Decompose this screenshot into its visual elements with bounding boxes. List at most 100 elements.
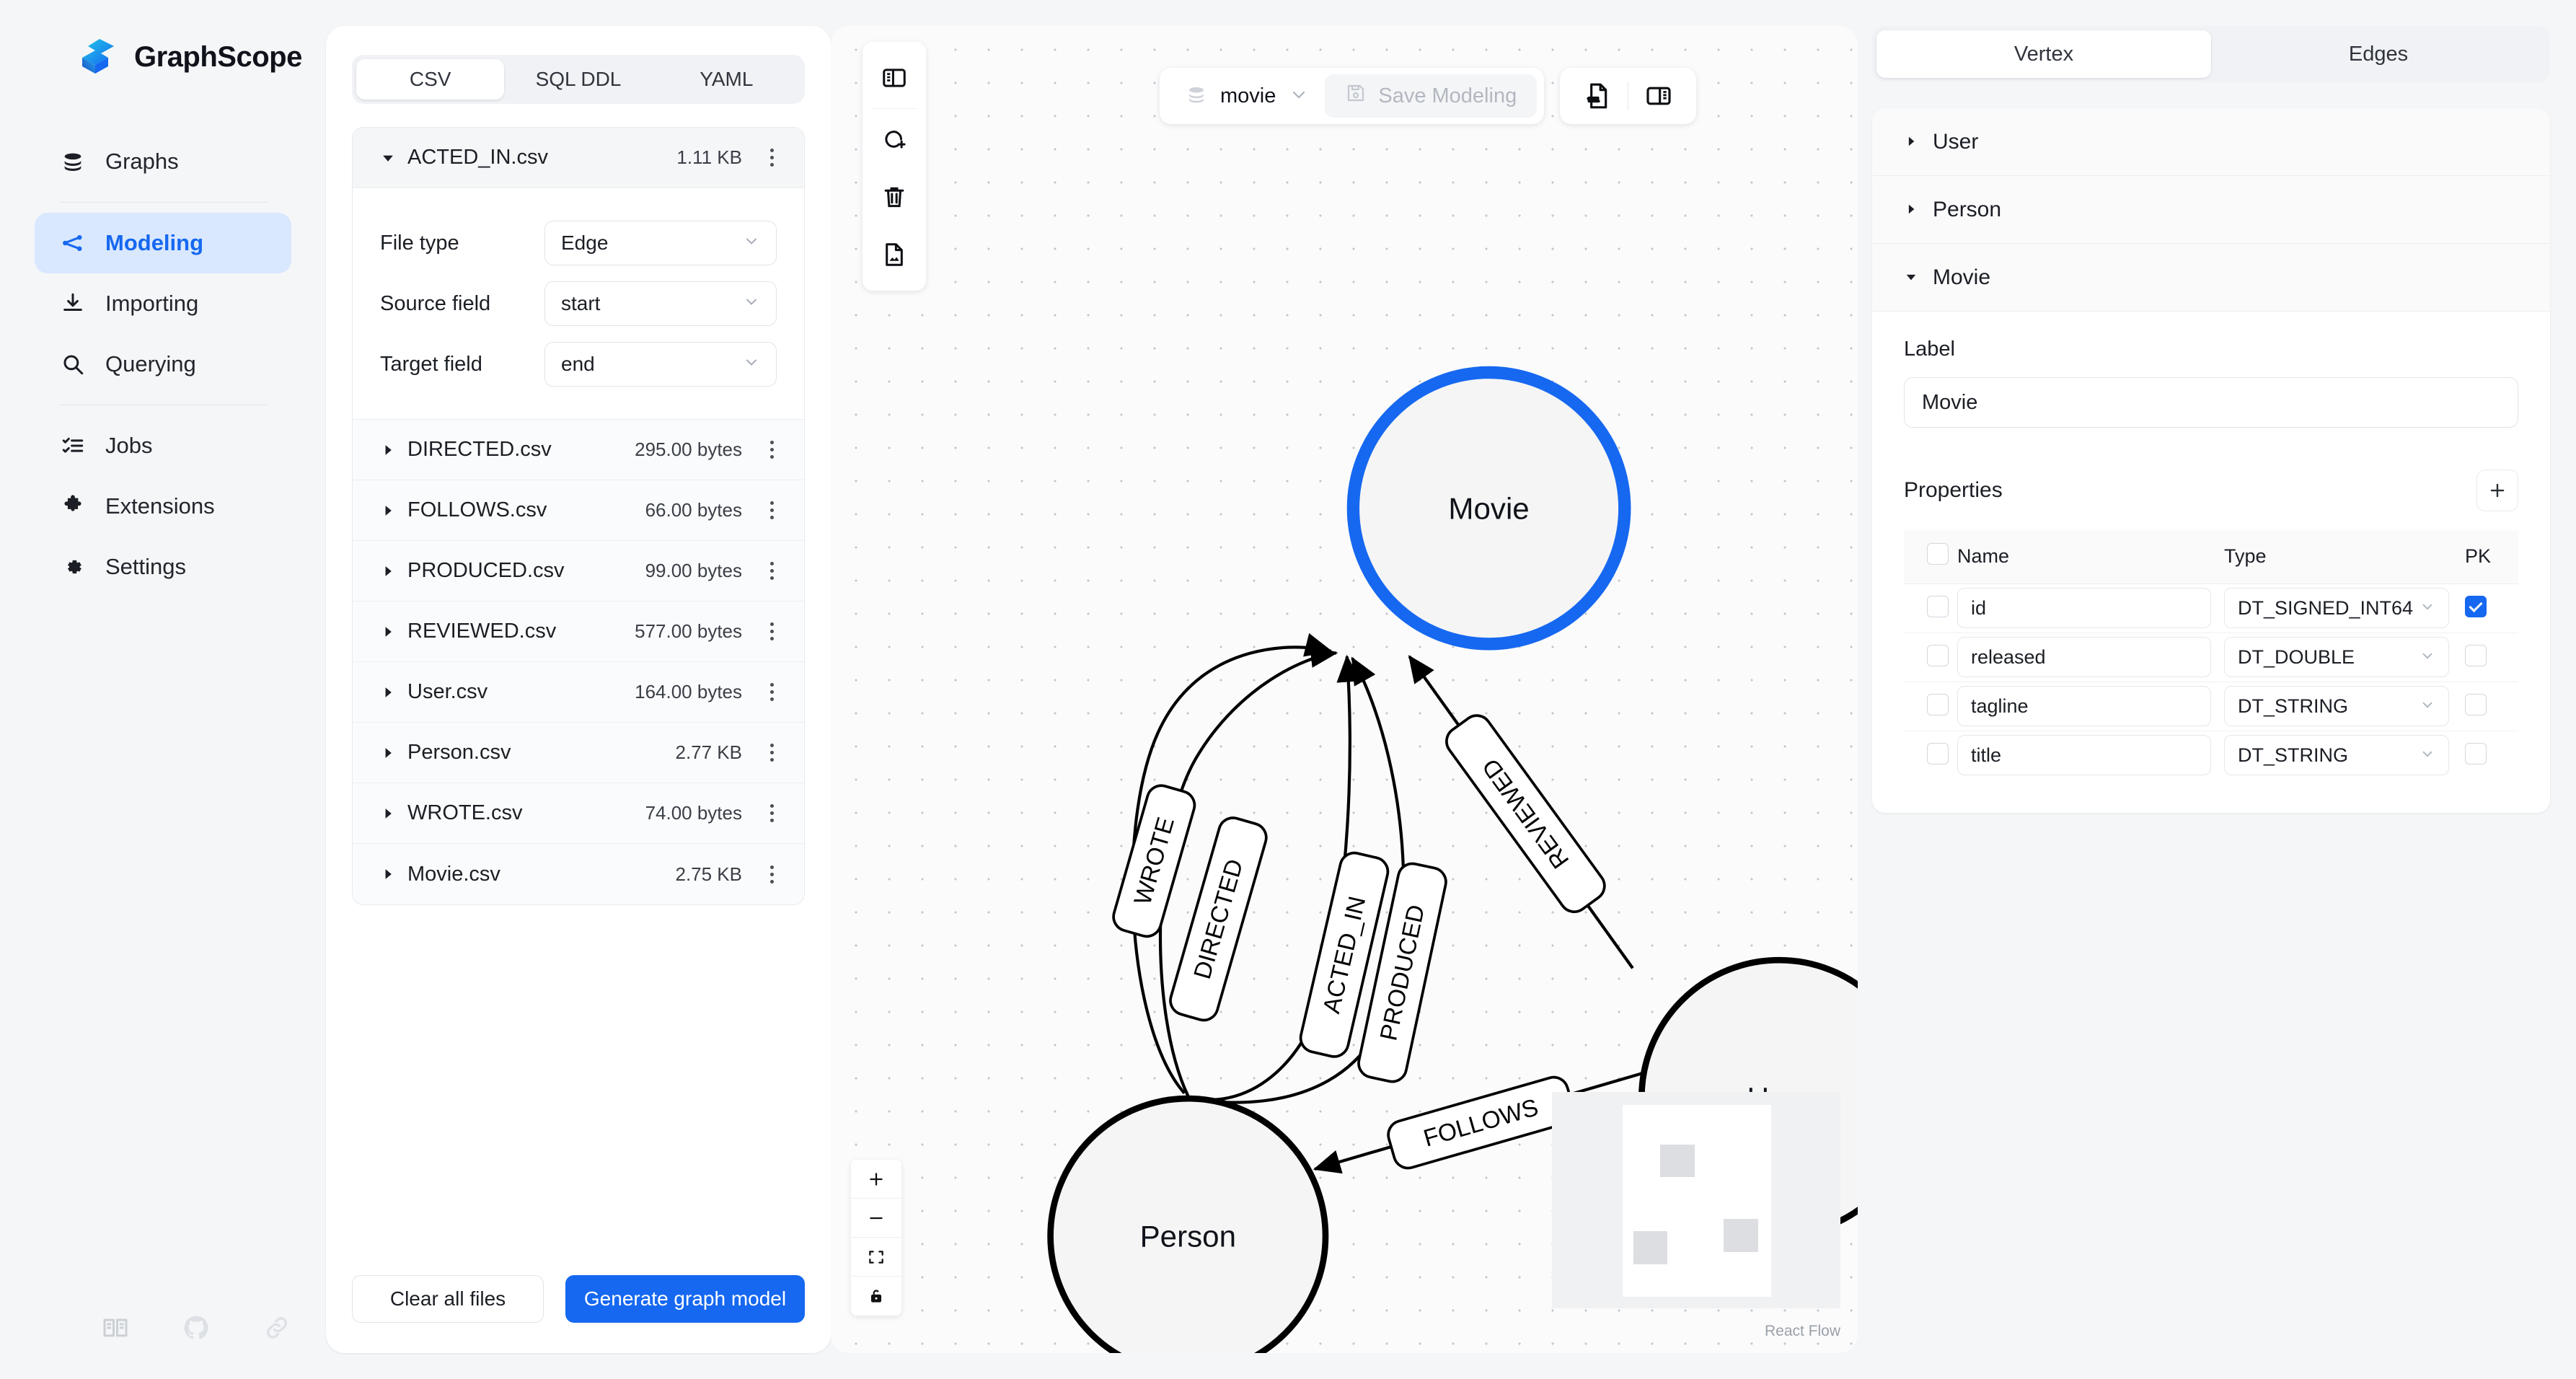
- vertex-label-input[interactable]: Movie: [1904, 377, 2518, 428]
- caret-right-icon[interactable]: [1904, 198, 1918, 222]
- zoom-out-icon[interactable]: [851, 1199, 901, 1238]
- sidebar-item-graphs[interactable]: Graphs: [35, 131, 291, 192]
- file-row-acted-in[interactable]: ACTED_IN.csv 1.11 KB: [353, 128, 804, 188]
- minimap-viewport[interactable]: [1623, 1105, 1771, 1297]
- tab-yaml[interactable]: YAML: [653, 59, 800, 100]
- property-name-input[interactable]: tagline: [1957, 686, 2211, 726]
- zoom-in-icon[interactable]: [851, 1160, 901, 1199]
- row-select-checkbox[interactable]: [1927, 693, 1949, 715]
- file-menu-icon[interactable]: [767, 622, 777, 640]
- edge-label-follows[interactable]: FOLLOWS: [1385, 1074, 1576, 1171]
- vertex-item-movie[interactable]: Movie: [1872, 244, 2550, 312]
- row-select-cell: [1904, 731, 1957, 780]
- tab-edges[interactable]: Edges: [2211, 30, 2546, 78]
- file-menu-icon[interactable]: [767, 149, 777, 167]
- file-row-movie[interactable]: Movie.csv 2.75 KB: [353, 844, 804, 904]
- chevron-down-icon: [743, 232, 760, 255]
- delete-icon[interactable]: [863, 168, 926, 226]
- property-name-input[interactable]: released: [1957, 637, 2211, 677]
- sidebar-item-importing[interactable]: Importing: [35, 273, 291, 334]
- caret-right-icon[interactable]: [380, 684, 399, 700]
- graph-canvas[interactable]: movie Save Modeling YAML Movie Person WR…: [831, 26, 1858, 1353]
- file-size: 295.00 bytes: [635, 439, 742, 460]
- file-menu-icon[interactable]: [767, 744, 777, 762]
- file-row-person[interactable]: Person.csv 2.77 KB: [353, 723, 804, 783]
- edge-label-reviewed[interactable]: REVIEWED: [1441, 710, 1610, 917]
- target-field-select[interactable]: end: [544, 342, 777, 387]
- sidebar-item-settings[interactable]: Settings: [35, 537, 291, 597]
- canvas-minimap[interactable]: [1552, 1092, 1840, 1308]
- row-select-checkbox[interactable]: [1927, 644, 1949, 666]
- link-icon[interactable]: [263, 1313, 291, 1346]
- sidebar-item-label: Importing: [105, 291, 199, 316]
- file-type-select[interactable]: Edge: [544, 221, 777, 265]
- sidebar-item-jobs[interactable]: Jobs: [35, 415, 291, 476]
- caret-down-icon[interactable]: [1904, 265, 1918, 290]
- canvas-top-toolbar: movie Save Modeling YAML: [1160, 68, 1697, 124]
- file-row-wrote[interactable]: WROTE.csv 74.00 bytes: [353, 783, 804, 844]
- edge-label-wrote[interactable]: WROTE: [1110, 783, 1198, 940]
- row-select-checkbox[interactable]: [1927, 595, 1949, 617]
- file-menu-icon[interactable]: [767, 501, 777, 519]
- source-field-select[interactable]: start: [544, 281, 777, 326]
- file-row-follows[interactable]: FOLLOWS.csv 66.00 bytes: [353, 480, 804, 541]
- file-menu-icon[interactable]: [767, 804, 777, 822]
- caret-right-icon[interactable]: [380, 806, 399, 821]
- vertex-item-user[interactable]: User: [1872, 108, 2550, 176]
- caret-down-icon[interactable]: [380, 150, 399, 166]
- graph-selector[interactable]: movie: [1167, 84, 1325, 109]
- property-type-select[interactable]: DT_SIGNED_INT64: [2224, 588, 2449, 628]
- chevron-down-icon: [2420, 695, 2435, 718]
- save-modeling-button[interactable]: Save Modeling: [1325, 74, 1538, 118]
- add-node-icon[interactable]: [863, 110, 926, 168]
- property-type-select[interactable]: DT_DOUBLE: [2224, 637, 2449, 677]
- file-row-produced[interactable]: PRODUCED.csv 99.00 bytes: [353, 541, 804, 602]
- right-panel-toggle-icon[interactable]: [1628, 68, 1689, 124]
- react-flow-attribution: React Flow: [1764, 1323, 1840, 1339]
- file-row-directed[interactable]: DIRECTED.csv 295.00 bytes: [353, 420, 804, 480]
- caret-right-icon[interactable]: [380, 866, 399, 882]
- fit-view-icon[interactable]: [851, 1238, 901, 1277]
- file-row-user[interactable]: User.csv 164.00 bytes: [353, 662, 804, 723]
- sidebar-item-querying[interactable]: Querying: [35, 334, 291, 395]
- tab-csv[interactable]: CSV: [356, 59, 505, 100]
- yaml-file-icon[interactable]: YAML: [1567, 68, 1628, 124]
- vertex-item-person[interactable]: Person: [1872, 176, 2550, 244]
- caret-right-icon[interactable]: [1904, 130, 1918, 154]
- file-menu-icon[interactable]: [767, 441, 777, 459]
- tab-sql-ddl[interactable]: SQL DDL: [504, 59, 652, 100]
- caret-right-icon[interactable]: [380, 745, 399, 761]
- clear-all-files-button[interactable]: Clear all files: [352, 1275, 544, 1323]
- file-menu-icon[interactable]: [767, 683, 777, 701]
- caret-right-icon[interactable]: [380, 624, 399, 640]
- select-all-checkbox[interactable]: [1927, 543, 1949, 565]
- file-menu-icon[interactable]: [767, 562, 777, 580]
- export-image-icon[interactable]: [863, 226, 926, 283]
- property-name-input[interactable]: id: [1957, 588, 2211, 628]
- pk-checkbox[interactable]: [2465, 595, 2487, 617]
- file-name: User.csv: [407, 680, 488, 703]
- sidebar-item-modeling[interactable]: Modeling: [35, 213, 291, 273]
- property-type-select[interactable]: DT_STRING: [2224, 735, 2449, 776]
- github-icon[interactable]: [182, 1313, 211, 1346]
- add-property-button[interactable]: [2476, 470, 2518, 511]
- file-row-reviewed[interactable]: REVIEWED.csv 577.00 bytes: [353, 602, 804, 662]
- row-select-checkbox[interactable]: [1927, 742, 1949, 765]
- side-panel-toggle-icon[interactable]: [863, 49, 926, 107]
- pk-checkbox[interactable]: [2465, 693, 2487, 715]
- file-menu-icon[interactable]: [767, 865, 777, 884]
- minimap-node: [1633, 1231, 1667, 1264]
- unlock-icon[interactable]: [851, 1277, 901, 1316]
- pk-checkbox[interactable]: [2465, 644, 2487, 666]
- caret-right-icon[interactable]: [380, 442, 399, 458]
- property-name-input[interactable]: title: [1957, 735, 2211, 776]
- pk-checkbox[interactable]: [2465, 742, 2487, 765]
- caret-right-icon[interactable]: [380, 563, 399, 579]
- sidebar-item-extensions[interactable]: Extensions: [35, 476, 291, 537]
- book-icon[interactable]: [101, 1313, 130, 1346]
- caret-right-icon[interactable]: [380, 503, 399, 519]
- property-type-select[interactable]: DT_STRING: [2224, 686, 2449, 726]
- tab-vertex[interactable]: Vertex: [1876, 30, 2211, 78]
- right-panel: Vertex Edges User Person Movie Label Mov…: [1872, 26, 2550, 1353]
- generate-graph-model-button[interactable]: Generate graph model: [565, 1275, 805, 1323]
